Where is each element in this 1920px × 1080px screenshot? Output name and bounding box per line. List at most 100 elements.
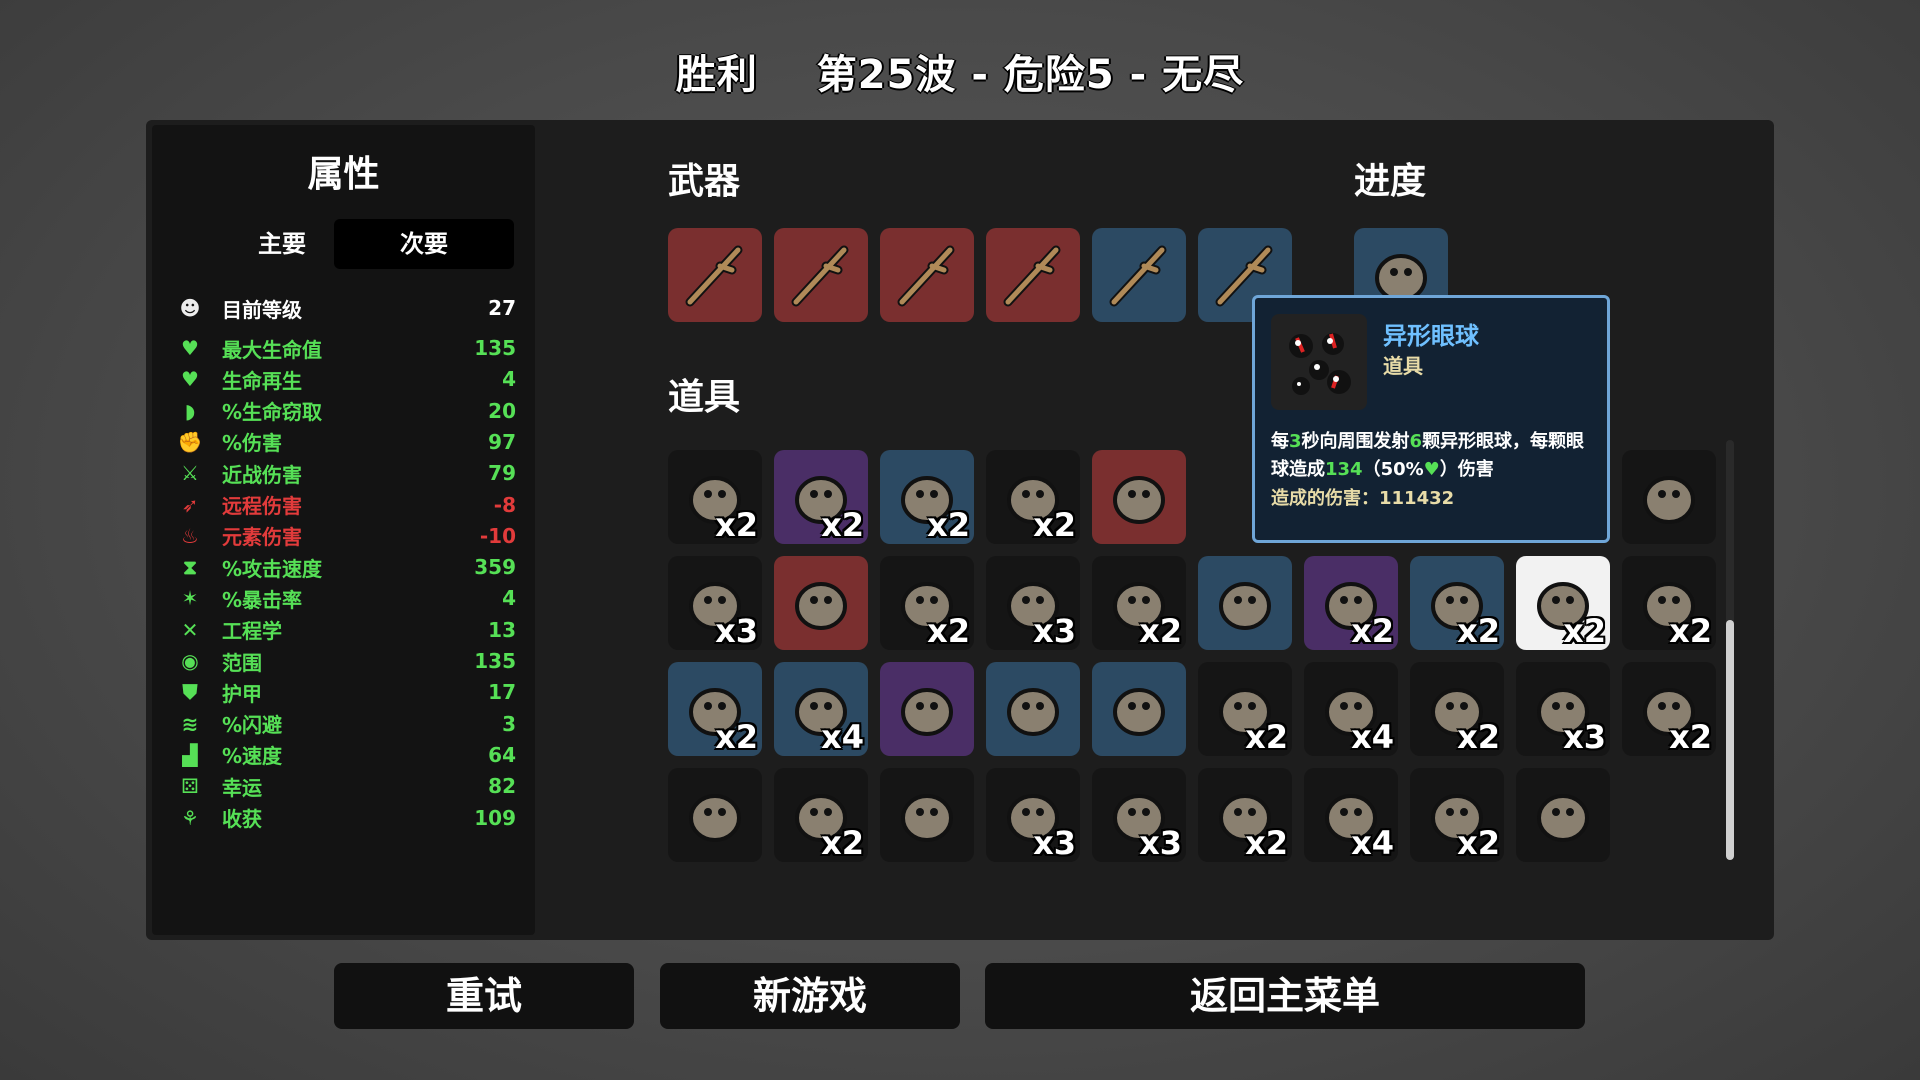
item-slot[interactable] (668, 228, 762, 322)
item-slot[interactable] (986, 662, 1080, 756)
item-slot[interactable]: x2 (668, 450, 762, 544)
items-title: 道具 (668, 377, 741, 418)
stats-title: 属性 (307, 154, 380, 195)
item-slot[interactable]: x2 (880, 450, 974, 544)
item-count: x2 (715, 718, 758, 756)
item-count: x3 (1033, 612, 1076, 650)
stat-value: 135 (474, 649, 516, 673)
stat-value: 64 (488, 742, 516, 767)
stat-name: 收获 (222, 807, 262, 831)
stat-row: ➶ 远程伤害 -8 (176, 490, 516, 520)
item-slot[interactable]: x2 (1516, 556, 1610, 650)
main-menu-button[interactable]: 返回主菜单 (985, 963, 1585, 1029)
scrollbar-thumb[interactable] (1726, 620, 1734, 860)
stat-value: 3 (502, 711, 516, 736)
stat-row: ♥ 最大生命值 135 (176, 333, 516, 363)
stat-value: 135 (474, 336, 516, 360)
item-slot[interactable]: x4 (774, 662, 868, 756)
item-slot[interactable]: x3 (986, 768, 1080, 862)
item-slot[interactable]: x2 (986, 450, 1080, 544)
item-slot[interactable]: x3 (986, 556, 1080, 650)
item-slot[interactable] (986, 228, 1080, 322)
item-slot[interactable]: x2 (1410, 556, 1504, 650)
stat-row: ⛊ 护甲 17 (176, 677, 517, 707)
retry-button[interactable]: 重试 (334, 963, 634, 1029)
fire-icon: ♨ (181, 523, 199, 548)
item-slot[interactable]: x4 (1304, 662, 1398, 756)
item-slot[interactable] (1622, 450, 1716, 544)
item-slot[interactable]: x2 (1198, 768, 1292, 862)
item-slot[interactable]: x2 (1410, 768, 1504, 862)
stat-row: ≋ %闪避 3 (176, 709, 516, 739)
wave-info: 第25波 - 危险5 - 无尽 (816, 52, 1245, 98)
stat-row: ▟ %速度 64 (176, 740, 516, 770)
stat-row: ⚄ 幸运 82 (176, 771, 516, 801)
item-count: x2 (927, 612, 970, 650)
stat-row: ✊ %伤害 97 (176, 427, 516, 457)
item-slot[interactable]: x2 (1092, 556, 1186, 650)
item-slot[interactable] (774, 556, 868, 650)
item-slot[interactable] (880, 228, 974, 322)
stat-name: %攻击速度 (222, 556, 323, 581)
item-slot[interactable]: x2 (1410, 662, 1504, 756)
item-count: x2 (1669, 718, 1712, 756)
item-slot[interactable]: x2 (880, 556, 974, 650)
stat-row: ⧗ %攻击速度 359 (176, 552, 516, 582)
item-slot[interactable]: x4 (1304, 768, 1398, 862)
stat-name: 范围 (222, 650, 262, 675)
boot-icon: ▟ (182, 742, 198, 767)
range-icon: ◉ (181, 649, 199, 673)
stat-row: ✶ %暴击率 4 (176, 583, 516, 613)
tooltip-damage-dealt: 造成的伤害：111432 (1271, 488, 1455, 509)
item-slot[interactable]: x3 (668, 556, 762, 650)
level-icon: ☻ (179, 296, 201, 320)
item-slot[interactable]: x2 (668, 662, 762, 756)
item-slot[interactable]: x2 (1622, 662, 1716, 756)
item-count: x2 (1457, 718, 1500, 756)
item-slot[interactable] (1516, 768, 1610, 862)
stat-name: 元素伤害 (222, 525, 302, 550)
stat-value: 17 (488, 680, 516, 705)
item-slot[interactable] (1092, 228, 1186, 322)
stat-row: ◗ %生命窃取 20 (176, 396, 516, 426)
stat-value: 4 (502, 586, 516, 611)
stat-value: 359 (474, 555, 516, 580)
item-slot[interactable]: x2 (1622, 556, 1716, 650)
item-count: x2 (1457, 824, 1500, 862)
tooltip-description: 每3秒向周围发射6颗异形眼球，每颗眼球造成134（50%♥）伤害 (1271, 431, 1585, 480)
dodge-icon: ≋ (181, 711, 199, 736)
crit-icon: ✶ (181, 586, 199, 611)
shield-icon: ⛊ (182, 680, 198, 705)
item-count: x2 (1351, 612, 1394, 650)
item-slot[interactable] (1092, 662, 1186, 756)
item-slot[interactable]: x3 (1516, 662, 1610, 756)
fangs-icon: ◗ (184, 398, 196, 423)
item-count: x2 (1139, 612, 1182, 650)
item-count: x2 (1033, 506, 1076, 544)
new-game-button[interactable]: 新游戏 (660, 963, 960, 1029)
stat-name: 目前等级 (222, 297, 302, 322)
stat-name: 生命再生 (222, 368, 302, 393)
item-count: x2 (1669, 612, 1712, 650)
stat-row: ☻ 目前等级 27 (176, 293, 516, 323)
stat-value: -10 (479, 523, 516, 548)
item-slot[interactable]: x2 (774, 450, 868, 544)
item-slot[interactable]: x2 (774, 768, 868, 862)
item-count: x4 (821, 718, 864, 756)
item-slot[interactable]: x3 (1092, 768, 1186, 862)
item-slot[interactable] (1198, 556, 1292, 650)
stat-row: ♨ 元素伤害 -10 (176, 521, 516, 551)
item-slot[interactable] (880, 662, 974, 756)
wrench-icon: ✕ (181, 617, 199, 642)
item-slot[interactable]: x2 (1304, 556, 1398, 650)
item-slot[interactable] (668, 768, 762, 862)
stat-row: ◉ 范围 135 (176, 646, 516, 676)
tab-secondary[interactable]: 次要 (334, 219, 514, 269)
item-slot[interactable] (774, 228, 868, 322)
item-slot[interactable]: x2 (1198, 662, 1292, 756)
item-count: x2 (821, 506, 864, 544)
item-count: x2 (1245, 718, 1288, 756)
item-slot[interactable] (1092, 450, 1186, 544)
item-slot[interactable] (880, 768, 974, 862)
stat-name: %生命窃取 (222, 400, 323, 425)
